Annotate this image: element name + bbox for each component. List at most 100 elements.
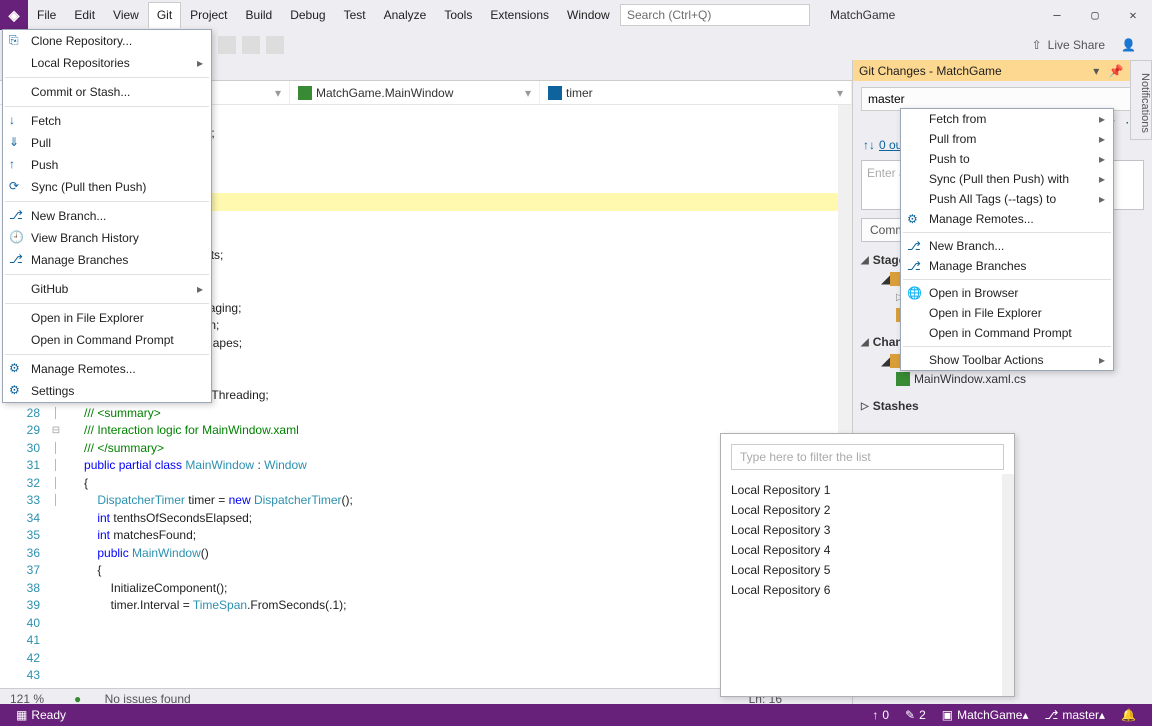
push-icon: ↑ [9, 157, 25, 173]
menu-item-label: Push All Tags (--tags) to [929, 192, 1056, 206]
git-menu-item[interactable]: ⟳Sync (Pull then Push) [3, 176, 211, 198]
git-menu-item[interactable]: ↓Fetch [3, 110, 211, 132]
menu-item-label: Push [31, 158, 58, 172]
autohide-icon[interactable]: 📌 [1106, 64, 1127, 78]
menu-project[interactable]: Project [181, 2, 236, 28]
actions-menu-item[interactable]: Open in File Explorer [901, 303, 1113, 323]
menu-item-label: Show Toolbar Actions [929, 353, 1044, 367]
menu-git[interactable]: Git [148, 2, 181, 28]
git-menu-item[interactable]: GitHub ▸ [3, 278, 211, 300]
repo-item[interactable]: Local Repository 4 [731, 540, 1004, 560]
git-menu-item[interactable]: Open in Command Prompt [3, 329, 211, 351]
menu-window[interactable]: Window [558, 2, 619, 28]
history-icon: 🕘 [9, 230, 25, 246]
actions-menu-item[interactable]: Show Toolbar Actions ▸ [901, 350, 1113, 370]
status-ready: ▦Ready [8, 708, 74, 722]
user-icon[interactable]: 👤 [1121, 38, 1136, 52]
repos-filter-input[interactable]: Type here to filter the list [731, 444, 1004, 470]
branch-input[interactable] [868, 92, 1131, 106]
liveshare-button[interactable]: ⇧ Live Share 👤 [1032, 38, 1142, 52]
actions-menu-item[interactable]: ⎇Manage Branches [901, 256, 1113, 276]
menu-build[interactable]: Build [237, 2, 282, 28]
menu-item-label: Sync (Pull then Push) with [929, 172, 1069, 186]
git-menu-item[interactable]: ⚙ Settings [3, 380, 211, 402]
actions-menu-item[interactable]: Fetch from▸ [901, 109, 1113, 129]
actions-menu-item[interactable]: ⎇ New Branch... [901, 236, 1113, 256]
git-menu-item[interactable]: Commit or Stash... [3, 81, 211, 103]
sb-notifications-icon[interactable]: 🔔 [1113, 708, 1144, 722]
stashes-header[interactable]: ▷Stashes [861, 396, 1144, 416]
menu-item-label: New Branch... [929, 239, 1004, 253]
menu-test[interactable]: Test [335, 2, 375, 28]
git-actions-menu: Fetch from▸Pull from▸Push to▸Sync (Pull … [900, 108, 1114, 371]
actions-menu-item[interactable]: Pull from▸ [901, 129, 1113, 149]
actions-menu-item[interactable]: ⚙Manage Remotes... [901, 209, 1113, 229]
menu-debug[interactable]: Debug [281, 2, 334, 28]
git-menu-item[interactable]: ⇓Pull [3, 132, 211, 154]
submenu-arrow-icon: ▸ [1099, 132, 1105, 146]
repos-list: Local Repository 1Local Repository 2Loca… [721, 480, 1014, 600]
git-menu-dropdown: ⎘Clone Repository...Local Repositories▸C… [2, 29, 212, 403]
actions-menu-item[interactable]: Open in Command Prompt [901, 323, 1113, 343]
fetch-icon: ↓ [9, 113, 25, 129]
class-icon [298, 86, 312, 100]
actions-menu-item[interactable]: Push All Tags (--tags) to▸ [901, 189, 1113, 209]
tree-item[interactable]: MainWindow.xaml.cs [861, 370, 1144, 388]
window-controls: — ▢ ✕ [1038, 0, 1152, 30]
submenu-arrow-icon: ▸ [197, 282, 203, 296]
nav-class-label: MatchGame.MainWindow [316, 86, 453, 100]
maximize-button[interactable]: ▢ [1076, 0, 1114, 30]
git-menu-item[interactable]: ⎇New Branch... [3, 205, 211, 227]
menu-item-label: Open in File Explorer [31, 311, 144, 325]
clone-icon: ⎘ [9, 33, 25, 49]
sb-push-count[interactable]: ↑0 [864, 708, 897, 722]
nav-class-dropdown[interactable]: MatchGame.MainWindow ▾ [290, 81, 540, 104]
sb-branch[interactable]: ⎇master ▴ [1037, 708, 1114, 722]
toolbar-button[interactable] [242, 36, 260, 54]
branch-icon: ⎇ [907, 239, 921, 253]
actions-menu-item[interactable]: Sync (Pull then Push) with▸ [901, 169, 1113, 189]
search-input[interactable]: Search (Ctrl+Q) [620, 4, 810, 26]
menu-tools[interactable]: Tools [435, 2, 481, 28]
menu-item-label: Open in Command Prompt [31, 333, 174, 347]
menu-item-label: Commit or Stash... [31, 85, 130, 99]
git-menu-item[interactable]: 🕘View Branch History [3, 227, 211, 249]
submenu-arrow-icon: ▸ [1099, 353, 1105, 367]
sb-changes-count[interactable]: ✎2 [897, 708, 934, 722]
nav-member-dropdown[interactable]: timer ▾ [540, 81, 852, 104]
repo-item[interactable]: Local Repository 5 [731, 560, 1004, 580]
toolbar-button[interactable] [218, 36, 236, 54]
nav-member-label: timer [566, 86, 593, 100]
submenu-arrow-icon: ▸ [1099, 152, 1105, 166]
menu-view[interactable]: View [104, 2, 148, 28]
menu-edit[interactable]: Edit [65, 2, 104, 28]
scrollbar-vertical[interactable] [1002, 474, 1014, 696]
actions-menu-item[interactable]: 🌐Open in Browser [901, 283, 1113, 303]
notifications-tab[interactable]: Notifications [1130, 60, 1152, 140]
actions-menu-item[interactable]: Push to▸ [901, 149, 1113, 169]
sb-repo[interactable]: ▣MatchGame ▴ [934, 708, 1037, 722]
repo-item[interactable]: Local Repository 1 [731, 480, 1004, 500]
menu-analyze[interactable]: Analyze [375, 2, 436, 28]
git-menu-item[interactable]: ↑ Push [3, 154, 211, 176]
git-menu-item[interactable]: Local Repositories▸ [3, 52, 211, 74]
menu-item-label: Settings [31, 384, 74, 398]
toolbar-button[interactable] [266, 36, 284, 54]
git-menu-item[interactable]: Open in File Explorer [3, 307, 211, 329]
pin-icon[interactable]: ▾ [1090, 64, 1102, 78]
close-button[interactable]: ✕ [1114, 0, 1152, 30]
repo-item[interactable]: Local Repository 2 [731, 500, 1004, 520]
git-menu-item[interactable]: ⚙Manage Remotes... [3, 358, 211, 380]
menu-extensions[interactable]: Extensions [481, 2, 558, 28]
menu-file[interactable]: File [28, 2, 65, 28]
menu-item-label: Local Repositories [31, 56, 130, 70]
git-menu-item[interactable]: ⎇Manage Branches [3, 249, 211, 271]
git-changes-title: Git Changes - MatchGame ▾ 📌 ✕ [853, 60, 1152, 81]
menu-item-label: Open in Command Prompt [929, 326, 1072, 340]
repo-item[interactable]: Local Repository 6 [731, 580, 1004, 600]
git-menu-item[interactable]: ⎘Clone Repository... [3, 30, 211, 52]
minimize-button[interactable]: — [1038, 0, 1076, 30]
settings-icon: ⚙ [9, 383, 25, 399]
repo-item[interactable]: Local Repository 3 [731, 520, 1004, 540]
menu-item-label: GitHub [31, 282, 68, 296]
